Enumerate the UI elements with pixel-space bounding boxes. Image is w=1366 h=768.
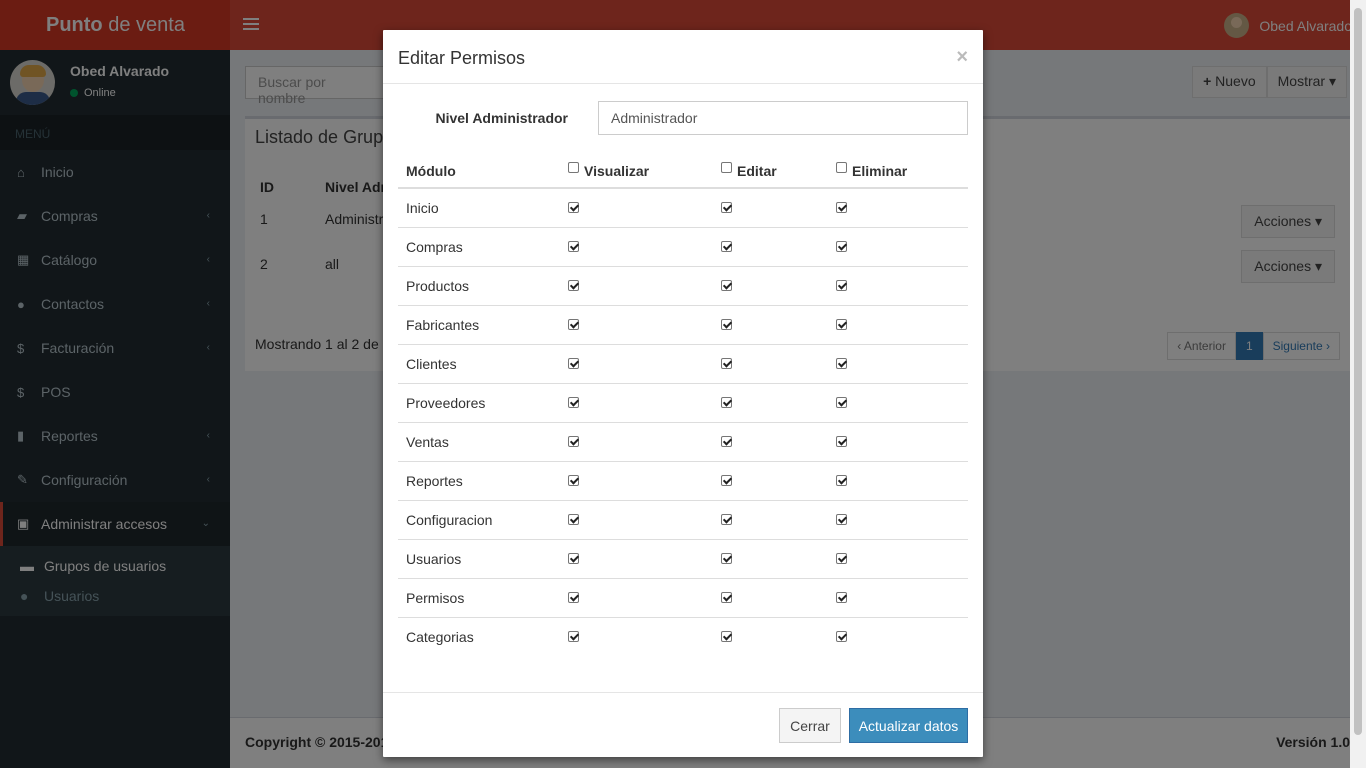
permissions-header: Módulo Visualizar Editar Eliminar xyxy=(398,150,968,189)
modal-header: Editar Permisos × xyxy=(383,30,983,84)
edit-checkbox[interactable] xyxy=(721,475,732,486)
col-view: Visualizar xyxy=(584,163,650,179)
edit-checkbox[interactable] xyxy=(721,202,732,213)
permission-row: Proveedores xyxy=(398,384,968,423)
view-checkbox[interactable] xyxy=(568,358,579,369)
permission-row: Reportes xyxy=(398,462,968,501)
view-checkbox[interactable] xyxy=(568,241,579,252)
module-name: Compras xyxy=(406,239,463,255)
edit-checkbox[interactable] xyxy=(721,319,732,330)
edit-permissions-modal: Editar Permisos × Nivel Administrador Mó… xyxy=(383,30,983,757)
delete-checkbox[interactable] xyxy=(836,397,847,408)
module-name: Proveedores xyxy=(406,395,486,411)
edit-checkbox[interactable] xyxy=(721,592,732,603)
view-checkbox[interactable] xyxy=(568,514,579,525)
view-checkbox[interactable] xyxy=(568,280,579,291)
edit-checkbox[interactable] xyxy=(721,241,732,252)
module-name: Productos xyxy=(406,278,470,294)
permissions-table: Módulo Visualizar Editar Eliminar Inicio… xyxy=(398,150,968,657)
modal-title: Editar Permisos xyxy=(398,48,526,68)
module-name: Fabricantes xyxy=(406,317,480,333)
permission-row: Clientes xyxy=(398,345,968,384)
module-name: Permisos xyxy=(406,590,465,606)
col-delete: Eliminar xyxy=(852,163,908,179)
view-checkbox[interactable] xyxy=(568,319,579,330)
view-checkbox[interactable] xyxy=(568,592,579,603)
select-all-view-checkbox[interactable] xyxy=(568,162,579,173)
edit-checkbox[interactable] xyxy=(721,358,732,369)
col-module: Módulo xyxy=(406,163,456,179)
level-form-row: Nivel Administrador xyxy=(398,101,968,135)
scrollbar[interactable] xyxy=(1350,0,1366,768)
close-button[interactable]: Cerrar xyxy=(779,708,841,743)
permission-row: Configuracion xyxy=(398,501,968,540)
view-checkbox[interactable] xyxy=(568,553,579,564)
module-name: Categorias xyxy=(406,629,474,645)
col-edit: Editar xyxy=(737,163,777,179)
permission-row: Usuarios xyxy=(398,540,968,579)
delete-checkbox[interactable] xyxy=(836,241,847,252)
module-name: Clientes xyxy=(406,356,457,372)
edit-checkbox[interactable] xyxy=(721,553,732,564)
edit-checkbox[interactable] xyxy=(721,514,732,525)
delete-checkbox[interactable] xyxy=(836,202,847,213)
delete-checkbox[interactable] xyxy=(836,319,847,330)
permission-row: Categorias xyxy=(398,618,968,657)
delete-checkbox[interactable] xyxy=(836,553,847,564)
module-name: Ventas xyxy=(406,434,449,450)
edit-checkbox[interactable] xyxy=(721,631,732,642)
permission-row: Ventas xyxy=(398,423,968,462)
select-all-edit-checkbox[interactable] xyxy=(721,162,732,173)
module-name: Configuracion xyxy=(406,512,493,528)
delete-checkbox[interactable] xyxy=(836,592,847,603)
module-name: Usuarios xyxy=(406,551,462,567)
select-all-delete-checkbox[interactable] xyxy=(836,162,847,173)
view-checkbox[interactable] xyxy=(568,475,579,486)
scrollbar-thumb[interactable] xyxy=(1354,8,1362,735)
edit-checkbox[interactable] xyxy=(721,397,732,408)
update-button[interactable]: Actualizar datos xyxy=(849,708,968,743)
permission-row: Permisos xyxy=(398,579,968,618)
permission-row: Productos xyxy=(398,267,968,306)
view-checkbox[interactable] xyxy=(568,397,579,408)
module-name: Reportes xyxy=(406,473,463,489)
delete-checkbox[interactable] xyxy=(836,436,847,447)
module-name: Inicio xyxy=(406,200,439,216)
delete-checkbox[interactable] xyxy=(836,631,847,642)
delete-checkbox[interactable] xyxy=(836,475,847,486)
close-icon[interactable]: × xyxy=(956,46,968,69)
permission-row: Inicio xyxy=(398,189,968,228)
delete-checkbox[interactable] xyxy=(836,280,847,291)
permission-row: Compras xyxy=(398,228,968,267)
view-checkbox[interactable] xyxy=(568,436,579,447)
level-label: Nivel Administrador xyxy=(435,110,568,126)
permission-row: Fabricantes xyxy=(398,306,968,345)
edit-checkbox[interactable] xyxy=(721,436,732,447)
delete-checkbox[interactable] xyxy=(836,358,847,369)
level-input[interactable] xyxy=(598,101,968,135)
edit-checkbox[interactable] xyxy=(721,280,732,291)
view-checkbox[interactable] xyxy=(568,202,579,213)
delete-checkbox[interactable] xyxy=(836,514,847,525)
view-checkbox[interactable] xyxy=(568,631,579,642)
modal-footer: Cerrar Actualizar datos xyxy=(383,692,983,757)
